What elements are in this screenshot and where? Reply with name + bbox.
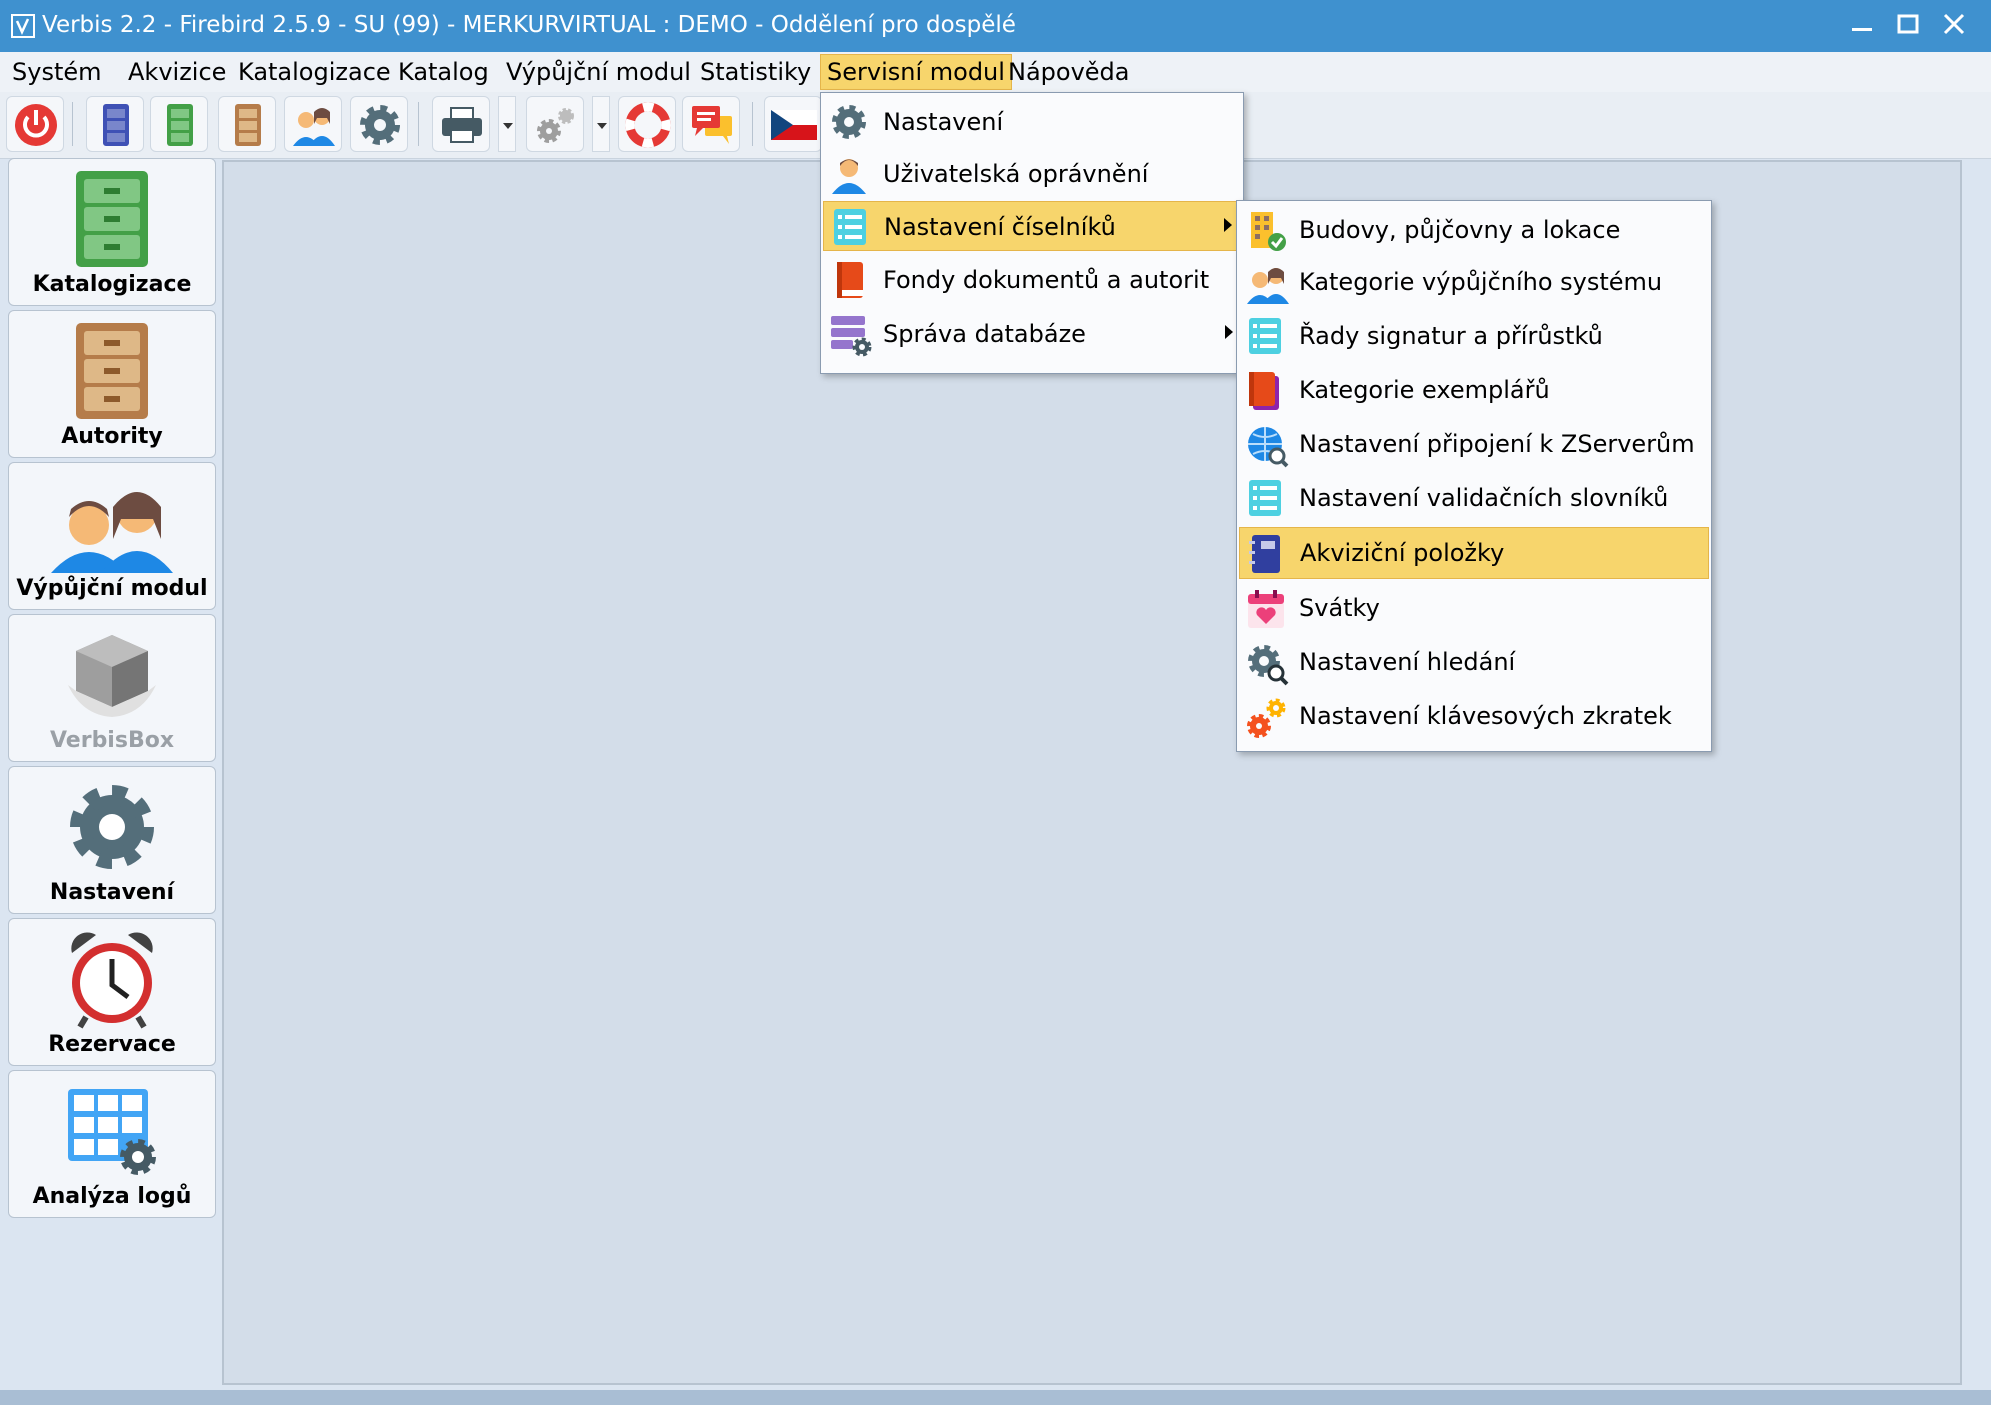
gear-icon bbox=[360, 105, 400, 145]
sidebar-item-circulation[interactable]: Výpůjční modul bbox=[8, 462, 216, 610]
service-menu-item-settings[interactable]: Nastavení bbox=[823, 97, 1241, 147]
toolbar-tools-button[interactable] bbox=[526, 96, 584, 152]
tools-dropdown-arrow[interactable] bbox=[592, 96, 610, 152]
users-icon bbox=[51, 492, 173, 573]
sidebar-item-settings[interactable]: Nastavení bbox=[8, 766, 216, 914]
menu-help[interactable]: Nápověda bbox=[1002, 55, 1136, 89]
gears-icon bbox=[1247, 698, 1286, 738]
gear-search-icon bbox=[1248, 645, 1289, 686]
submenu-item-signature-series[interactable]: Řady signatur a přírůstků bbox=[1239, 311, 1709, 361]
globe-search-icon bbox=[1248, 427, 1289, 468]
brown-cabinet-icon bbox=[76, 323, 148, 419]
sidebar-item-label: Katalogizace bbox=[32, 272, 192, 297]
print-dropdown-arrow[interactable] bbox=[498, 96, 516, 152]
notebook-icon bbox=[1249, 535, 1280, 573]
menu-statistics[interactable]: Statistiky bbox=[694, 55, 817, 89]
submenu-item-circulation-categories[interactable]: Kategorie výpůjčního systému bbox=[1239, 257, 1709, 307]
toolbar-brown-cabinet-button[interactable] bbox=[218, 96, 276, 152]
menu-cataloguing[interactable]: Katalogizace bbox=[232, 55, 397, 89]
toolbar-blue-cabinet-button[interactable] bbox=[86, 96, 144, 152]
submenu-arrow-icon bbox=[1225, 325, 1233, 339]
service-menu-item-user-permissions[interactable]: Uživatelská oprávnění bbox=[823, 149, 1241, 199]
submenu-item-item-categories[interactable]: Kategorie exemplářů bbox=[1239, 365, 1709, 415]
toolbar-separator bbox=[72, 102, 73, 146]
printer-icon bbox=[442, 107, 482, 143]
blue-cabinet-icon bbox=[103, 104, 129, 146]
sidebar-item-label: VerbisBox bbox=[49, 728, 175, 753]
submenu-item-search-settings[interactable]: Nastavení hledání bbox=[1239, 637, 1709, 687]
menu-circulation[interactable]: Výpůjční modul bbox=[500, 55, 697, 89]
status-bar bbox=[0, 1390, 1991, 1405]
app-logo-icon bbox=[11, 14, 35, 38]
toolbar-separator bbox=[752, 102, 753, 146]
menu-service[interactable]: Servisní modul bbox=[820, 54, 1012, 90]
minimize-icon[interactable] bbox=[1842, 6, 1882, 44]
service-menu-item-database-admin[interactable]: Správa databáze bbox=[823, 309, 1241, 359]
book-icon bbox=[837, 262, 863, 298]
building-check-icon bbox=[1251, 212, 1286, 251]
sidebar-item-label: Analýza logů bbox=[32, 1184, 192, 1209]
submenu-item-keyboard-shortcuts[interactable]: Nastavení klávesových zkratek bbox=[1239, 691, 1709, 741]
green-cabinet-icon bbox=[167, 104, 193, 146]
menu-catalog[interactable]: Katalog bbox=[392, 55, 495, 89]
service-menu-dropdown: Nastavení Uživatelská oprávnění Nastaven… bbox=[820, 92, 1244, 374]
submenu-item-zserver-connections[interactable]: Nastavení připojení k ZServerům bbox=[1239, 419, 1709, 469]
submenu-item-holidays[interactable]: Svátky bbox=[1239, 583, 1709, 633]
submenu-item-buildings[interactable]: Budovy, půjčovny a lokace bbox=[1239, 205, 1709, 255]
submenu-item-validation-dictionaries[interactable]: Nastavení validačních slovníků bbox=[1239, 473, 1709, 523]
service-menu-item-codelists[interactable]: Nastavení číselníků bbox=[823, 201, 1241, 251]
users-icon bbox=[293, 108, 335, 146]
book-icon bbox=[1249, 372, 1279, 410]
gears-icon bbox=[537, 108, 574, 143]
sidebar-item-authorities[interactable]: Autority bbox=[8, 310, 216, 458]
sidebar-item-label: Výpůjční modul bbox=[16, 576, 208, 601]
green-cabinet-icon bbox=[76, 171, 148, 267]
title-bar: Verbis 2.2 - Firebird 2.5.9 - SU (99) - … bbox=[0, 0, 1991, 52]
toolbar-help-button[interactable] bbox=[618, 96, 676, 152]
close-icon[interactable] bbox=[1934, 6, 1974, 44]
toolbar-settings-button[interactable] bbox=[350, 96, 408, 152]
grid-gear-icon bbox=[68, 1089, 156, 1175]
lifebuoy-icon bbox=[625, 102, 671, 148]
toolbar-print-button[interactable] bbox=[432, 96, 490, 152]
toolbar-messages-button[interactable] bbox=[682, 96, 740, 152]
sidebar-item-log-analysis[interactable]: Analýza logů bbox=[8, 1070, 216, 1218]
menu-acquisition[interactable]: Akvizice bbox=[122, 55, 232, 89]
codelist-submenu: Budovy, půjčovny a lokace Kategorie výpů… bbox=[1236, 200, 1712, 752]
list-icon bbox=[834, 209, 866, 245]
database-gear-icon bbox=[831, 316, 872, 357]
submenu-arrow-icon bbox=[1224, 218, 1232, 232]
toolbar-separator bbox=[418, 102, 419, 146]
toolbar-language-button[interactable] bbox=[764, 96, 822, 152]
sidebar-item-reservations[interactable]: Rezervace bbox=[8, 918, 216, 1066]
alarm-clock-icon bbox=[71, 932, 153, 1029]
sidebar-item-label: Nastavení bbox=[49, 880, 175, 905]
users-icon bbox=[1247, 268, 1289, 304]
sidebar-item-label: Autority bbox=[61, 424, 163, 449]
power-icon bbox=[15, 104, 57, 146]
gear-icon bbox=[832, 105, 866, 139]
chat-icon bbox=[692, 106, 732, 144]
list-icon bbox=[1249, 480, 1281, 516]
menu-system[interactable]: Systém bbox=[6, 55, 108, 89]
calendar-heart-icon bbox=[1248, 590, 1284, 628]
sidebar-item-label: Rezervace bbox=[48, 1032, 176, 1057]
toolbar-users-button[interactable] bbox=[284, 96, 342, 152]
czech-flag-icon bbox=[771, 110, 817, 140]
sidebar-item-verbisbox[interactable]: VerbisBox bbox=[8, 614, 216, 762]
box-icon bbox=[68, 635, 156, 717]
brown-cabinet-icon bbox=[235, 104, 261, 146]
maximize-icon[interactable] bbox=[1888, 6, 1928, 44]
list-icon bbox=[1249, 318, 1281, 354]
user-icon bbox=[832, 159, 866, 194]
menu-bar: Systém Akvizice Katalogizace Katalog Výp… bbox=[0, 52, 1991, 93]
submenu-item-acquisition-items[interactable]: Akviziční položky bbox=[1239, 527, 1709, 579]
window-title: Verbis 2.2 - Firebird 2.5.9 - SU (99) - … bbox=[42, 12, 1016, 38]
toolbar-power-button[interactable] bbox=[6, 96, 64, 152]
sidebar-item-cataloguing[interactable]: Katalogizace bbox=[8, 158, 216, 306]
service-menu-item-document-funds[interactable]: Fondy dokumentů a autorit bbox=[823, 255, 1241, 305]
toolbar-green-cabinet-button[interactable] bbox=[150, 96, 208, 152]
gear-icon bbox=[70, 785, 154, 869]
